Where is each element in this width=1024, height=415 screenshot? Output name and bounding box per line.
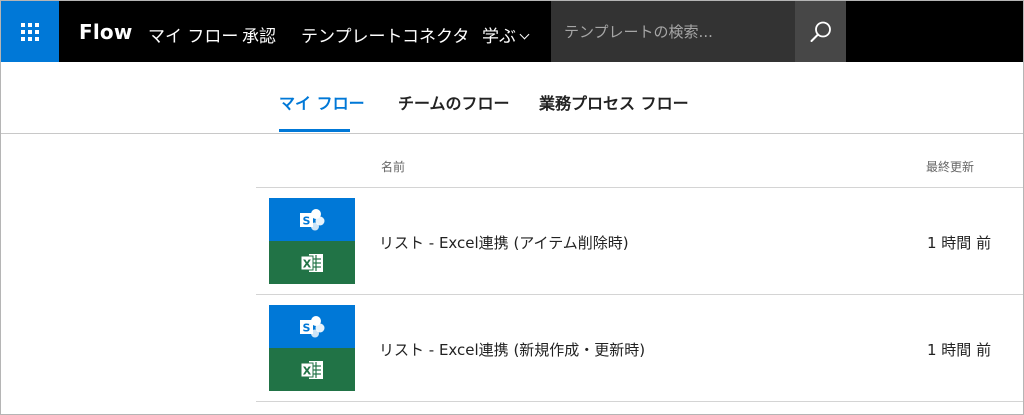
column-header-modified[interactable]: 最終更新 — [926, 158, 974, 175]
svg-text:S: S — [303, 214, 311, 227]
waffle-icon — [21, 22, 39, 41]
search-input[interactable] — [551, 1, 795, 62]
nav-connectors[interactable]: コネクタ — [402, 22, 469, 47]
flow-connector-icons: S X — [269, 305, 355, 391]
flow-page: Flow マイ フロー 承認 テンプレート コネクタ 学ぶ マイ フロー チーム… — [0, 0, 1024, 415]
divider — [256, 401, 1023, 402]
flow-row[interactable]: S X リスト - Excel連携 (新規作成・更新時) 1 時間 前 — [256, 295, 1023, 401]
active-tab-indicator — [279, 129, 350, 132]
nav-templates[interactable]: テンプレート — [301, 22, 403, 47]
flow-tabs: マイ フロー チームのフロー 業務プロセス フロー — [1, 62, 1023, 134]
sharepoint-icon: S — [300, 208, 325, 230]
app-launcher-button[interactable] — [1, 1, 59, 62]
sharepoint-icon: S — [300, 315, 325, 337]
svg-text:S: S — [303, 321, 311, 334]
flow-modified: 1 時間 前 — [927, 341, 992, 359]
nav-approvals[interactable]: 承認 — [242, 22, 276, 47]
excel-icon: X — [300, 253, 323, 272]
flow-row[interactable]: S X リスト - Excel連携 (アイテム削除時) 1 時間 前 — [256, 188, 1023, 294]
flow-connector-icons: S X — [269, 198, 355, 284]
flow-title[interactable]: リスト - Excel連携 (新規作成・更新時) — [379, 339, 645, 360]
flow-title[interactable]: リスト - Excel連携 (アイテム削除時) — [379, 232, 629, 253]
brand-title[interactable]: Flow — [79, 20, 133, 44]
nav-learn[interactable]: 学ぶ — [482, 22, 530, 47]
svg-text:X: X — [303, 257, 312, 270]
search-button[interactable] — [795, 1, 846, 62]
flow-modified: 1 時間 前 — [927, 234, 992, 252]
tab-my-flows[interactable]: マイ フロー — [279, 90, 365, 114]
chevron-down-icon — [519, 29, 530, 40]
search-box — [551, 1, 795, 62]
tab-business-process-flows[interactable]: 業務プロセス フロー — [539, 90, 689, 114]
nav-learn-label: 学ぶ — [482, 27, 516, 47]
column-header-name[interactable]: 名前 — [381, 158, 405, 175]
nav-my-flows[interactable]: マイ フロー — [148, 22, 238, 47]
excel-icon: X — [300, 360, 323, 379]
top-nav-bar: Flow マイ フロー 承認 テンプレート コネクタ 学ぶ — [1, 1, 1023, 62]
tab-team-flows[interactable]: チームのフロー — [398, 90, 510, 114]
search-icon — [810, 21, 831, 42]
svg-text:X: X — [303, 364, 312, 377]
